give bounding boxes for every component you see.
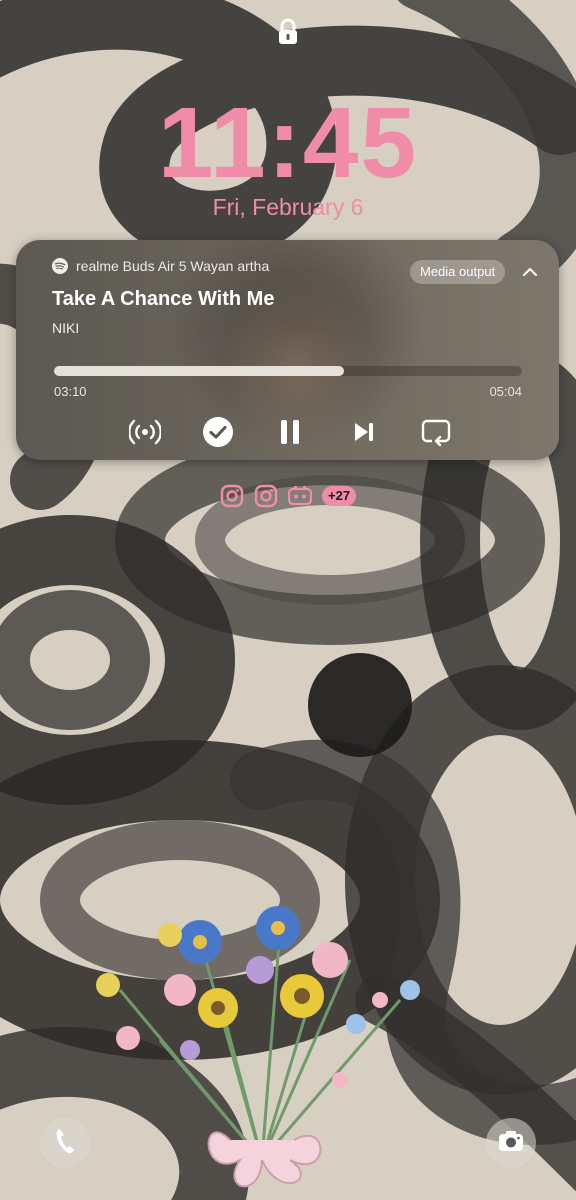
instagram-icon[interactable] bbox=[220, 484, 244, 508]
media-source-label: realme Buds Air 5 Wayan artha bbox=[76, 258, 270, 274]
spotify-icon bbox=[52, 258, 68, 274]
lock-icon bbox=[275, 18, 301, 46]
media-player-card[interactable]: realme Buds Air 5 Wayan artha Media outp… bbox=[16, 240, 559, 460]
media-output-button[interactable]: Media output bbox=[410, 260, 506, 284]
check-circle-icon[interactable] bbox=[200, 414, 236, 450]
track-artist: NIKI bbox=[52, 320, 80, 336]
repeat-icon[interactable] bbox=[418, 414, 454, 450]
instagram-icon[interactable] bbox=[254, 484, 278, 508]
notification-icons-row[interactable]: +27 bbox=[0, 484, 576, 510]
time-elapsed: 03:10 bbox=[54, 384, 87, 399]
phone-icon bbox=[54, 1127, 76, 1160]
lock-date: Fri, February 6 bbox=[212, 194, 364, 220]
seek-bar[interactable] bbox=[54, 366, 522, 376]
time-total: 05:04 bbox=[489, 384, 522, 399]
more-notifications-badge[interactable]: +27 bbox=[322, 486, 357, 506]
camera-shortcut-button[interactable] bbox=[486, 1118, 536, 1168]
track-title: Take A Chance With Me bbox=[52, 288, 275, 310]
phone-shortcut-button[interactable] bbox=[40, 1118, 90, 1168]
tiktok-icon[interactable] bbox=[287, 484, 313, 508]
chevron-up-icon[interactable] bbox=[520, 262, 540, 282]
lock-clock: 11:45 bbox=[157, 87, 419, 199]
pause-icon[interactable] bbox=[272, 414, 308, 450]
media-source-row: realme Buds Air 5 Wayan artha bbox=[52, 258, 269, 274]
camera-icon bbox=[497, 1129, 525, 1158]
broadcast-icon[interactable] bbox=[127, 414, 163, 450]
skip-next-icon[interactable] bbox=[346, 414, 382, 450]
seek-bar-progress bbox=[54, 366, 345, 376]
